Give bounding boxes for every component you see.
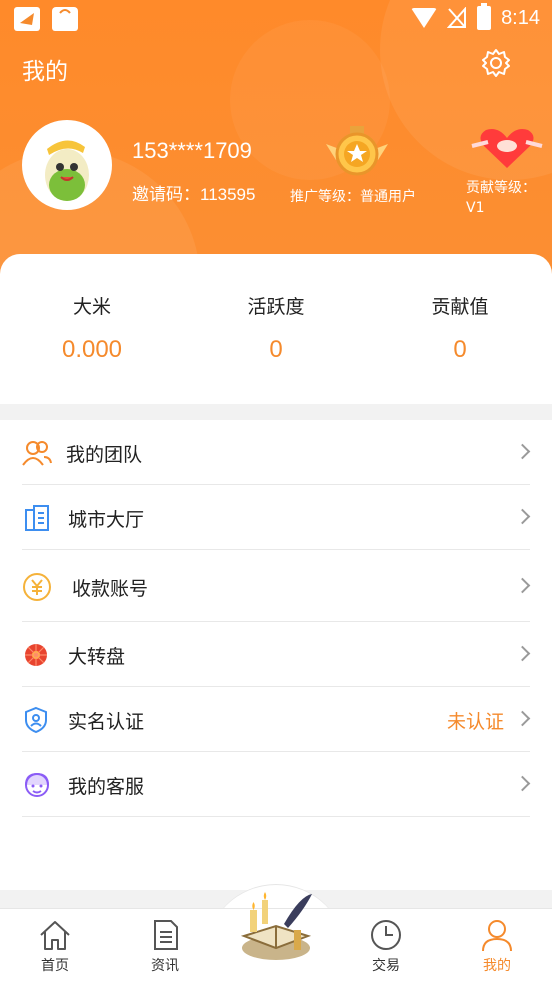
building-icon [22,504,52,532]
status-bar: 8:14 [0,0,552,40]
nav-label: 我的 [483,958,511,974]
nav-trade[interactable]: 交易 [346,909,426,981]
wifi-icon [411,8,438,28]
menu-item-team[interactable]: 我的团队 [0,420,552,485]
menu-item-label: 收款账号 [72,578,149,600]
chevron-right-icon [514,443,531,460]
stats-card: 大米 0.000 活跃度 0 贡献值 0 [0,254,552,404]
user-icon [479,917,515,953]
settings-gear-icon[interactable] [480,47,512,79]
menu-item-label: 我的客服 [68,776,145,798]
menu-list: 我的团队 城市大厅 收款账号 大转盘 实名认证 未认证 我的客服 [0,420,552,890]
chevron-right-icon [514,508,531,525]
menu-item-lucky-wheel[interactable]: 大转盘 [0,622,552,687]
stat-value: 0 [269,336,283,363]
nav-label: 首页 [41,958,69,974]
notification-app-icon [14,7,40,31]
chevron-right-icon [514,645,531,662]
team-icon [22,439,52,467]
user-phone: 153****1709 [132,138,252,163]
profile-header: 8:14 我的 153****1709 邀请码：113595 推广等级：普通用户 [0,0,552,290]
no-signal-icon [446,6,467,29]
menu-item-label: 城市大厅 [68,509,145,531]
shopping-bag-icon [52,7,78,31]
nav-label: 交易 [372,958,400,974]
page-title: 我的 [22,59,68,85]
stat-value: 0.000 [61,336,123,363]
chevron-right-icon [514,710,531,727]
menu-item-label: 实名认证 [68,711,145,733]
menu-item-real-name-auth[interactable]: 实名认证 未认证 [0,687,552,752]
chevron-right-icon [514,577,531,594]
battery-icon [477,3,492,30]
stat-label: 活跃度 [247,296,305,318]
contribution-level: 贡献等级：V1 [466,180,536,216]
shield-icon [22,706,52,734]
clock-icon [368,917,404,953]
wheel-icon [22,641,52,669]
auth-status-badge: 未认证 [446,711,504,733]
stat-label: 贡献值 [431,296,489,318]
nav-news[interactable]: 资讯 [125,909,205,981]
nav-center-book-button[interactable] [234,886,318,970]
menu-item-label: 大转盘 [68,646,126,668]
invite-code: 邀请码：113595 [132,180,255,205]
nav-label: 资讯 [151,958,179,974]
home-icon [37,917,73,953]
nav-home[interactable]: 首页 [15,909,95,981]
nav-mine[interactable]: 我的 [457,909,537,981]
avatar[interactable] [22,120,112,210]
document-icon [147,917,183,953]
service-icon [22,771,52,799]
chevron-right-icon [514,775,531,792]
yuan-icon [22,572,52,601]
menu-item-customer-service[interactable]: 我的客服 [0,752,552,817]
contribution-heart-icon [470,124,544,172]
promotion-medal-icon [322,126,392,182]
stat-value: 0 [453,336,467,363]
menu-item-city-hall[interactable]: 城市大厅 [0,485,552,550]
menu-item-label: 我的团队 [66,444,143,466]
menu-item-payment-account[interactable]: 收款账号 [0,550,552,622]
invite-code-value: 113595 [200,185,256,204]
stat-label: 大米 [72,296,111,318]
promotion-level: 推广等级：普通用户 [290,189,416,205]
invite-label: 邀请码： [132,185,200,205]
status-time: 8:14 [501,6,540,29]
